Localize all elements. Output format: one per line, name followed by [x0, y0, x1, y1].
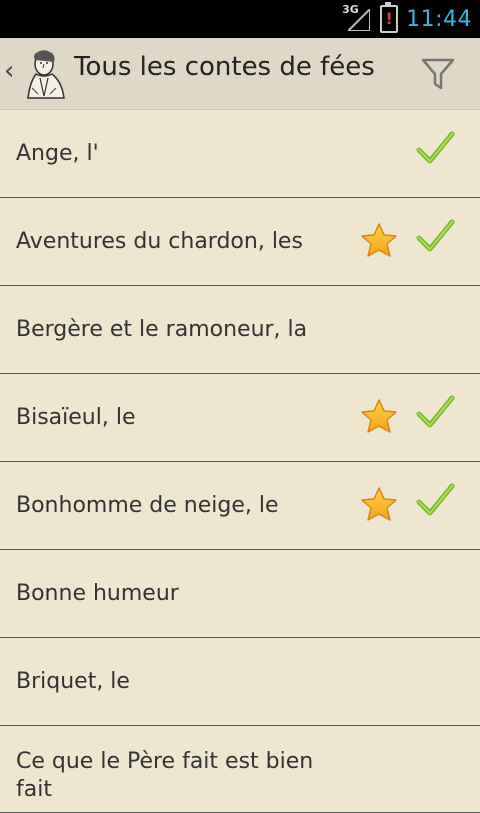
- list-item-label: Ce que le Père fait est bien fait: [16, 749, 314, 802]
- tales-list: Ange, l' Aventures du chardon, les Bergè…: [0, 110, 480, 813]
- list-item[interactable]: Bisaïeul, le: [0, 374, 480, 462]
- back-caret-icon[interactable]: ‹: [4, 56, 14, 86]
- list-item[interactable]: Bonhomme de neige, le: [0, 462, 480, 550]
- read-check-icon: [415, 216, 455, 260]
- list-item[interactable]: Aventures du chardon, les: [0, 198, 480, 286]
- list-item-label: Ange, l': [16, 141, 99, 166]
- filter-icon[interactable]: [420, 56, 456, 92]
- action-bar: ‹ Tous les contes de fées: [0, 38, 480, 110]
- favorite-star-icon[interactable]: [360, 222, 398, 264]
- app-logo-icon[interactable]: [22, 48, 70, 100]
- list-item[interactable]: Bonne humeur: [0, 550, 480, 638]
- favorite-star-icon[interactable]: [360, 398, 398, 440]
- signal-icon: 3G: [342, 3, 372, 33]
- list-item[interactable]: Briquet, le: [0, 638, 480, 726]
- battery-icon: !: [380, 2, 399, 33]
- list-item-label: Briquet, le: [16, 669, 130, 694]
- status-icons: 3G ! 11:44: [342, 0, 472, 38]
- clock: 11:44: [406, 6, 472, 32]
- list-item-label: Bonhomme de neige, le: [16, 493, 279, 518]
- read-check-icon: [415, 480, 455, 524]
- list-item-label: Bergère et le ramoneur, la: [16, 317, 308, 342]
- status-bar: 3G ! 11:44: [0, 0, 480, 38]
- list-item-label: Bonne humeur: [16, 581, 179, 606]
- page-title: Tous les contes de fées: [74, 52, 375, 82]
- read-check-icon: [415, 128, 455, 172]
- list-item-label: Aventures du chardon, les: [16, 229, 303, 254]
- list-item-label: Bisaïeul, le: [16, 405, 136, 430]
- list-item[interactable]: Bergère et le ramoneur, la: [0, 286, 480, 374]
- favorite-star-icon[interactable]: [360, 486, 398, 528]
- list-item[interactable]: Ange, l': [0, 110, 480, 198]
- read-check-icon: [415, 392, 455, 436]
